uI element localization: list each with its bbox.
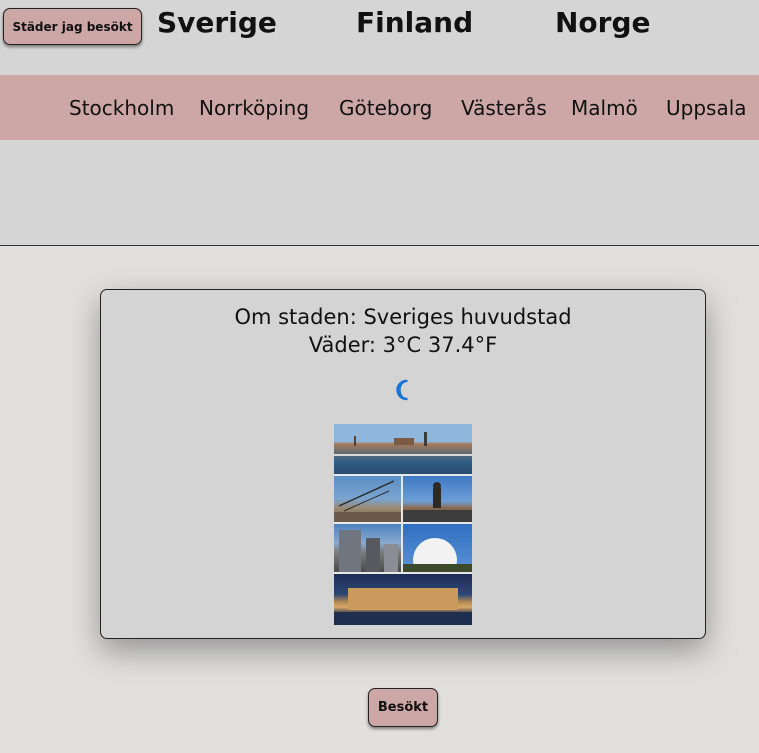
country-sverige[interactable]: Sverige [157, 6, 277, 39]
city-goteborg[interactable]: Göteborg [339, 96, 432, 120]
photo-statue [403, 476, 472, 522]
photo-ship-masts [334, 476, 401, 522]
city-nav-bar: Stockholm Norrköping Göteborg Västerås M… [0, 75, 759, 140]
photo-globe-arena [403, 524, 472, 572]
moon-icon [396, 379, 408, 401]
city-uppsala[interactable]: Uppsala [666, 96, 747, 120]
city-malmo[interactable]: Malmö [571, 96, 638, 120]
city-stockholm[interactable]: Stockholm [69, 96, 174, 120]
mark-visited-button[interactable]: Besökt [368, 688, 438, 727]
city-norrkoping[interactable]: Norrköping [199, 96, 309, 120]
city-info-card: Om staden: Sveriges huvudstad Väder: 3°C… [100, 289, 706, 639]
top-section: Städer jag besökt Sverige Finland Norge … [0, 0, 759, 246]
country-norge[interactable]: Norge [555, 6, 651, 39]
photo-city-view [334, 424, 472, 474]
city-photo-collage [334, 424, 472, 625]
photo-buildings [334, 524, 401, 572]
visited-cities-button[interactable]: Städer jag besökt [3, 8, 142, 45]
country-finland[interactable]: Finland [356, 6, 473, 39]
photo-royal-palace [334, 574, 472, 625]
city-vasteras[interactable]: Västerås [461, 96, 547, 120]
city-about-text: Om staden: Sveriges huvudstad [234, 305, 572, 329]
weather-text: Väder: 3°C 37.4°F [308, 333, 498, 357]
